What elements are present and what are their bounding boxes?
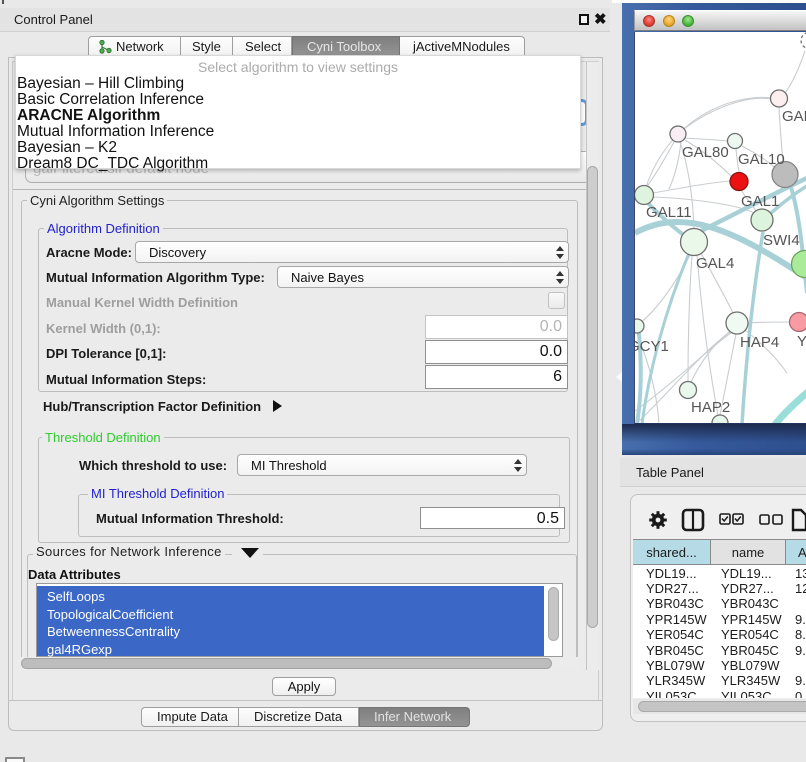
svg-text:GCY1: GCY1 [635,338,669,355]
svg-text:GAL10: GAL10 [738,151,785,168]
svg-text:GAL7: GAL7 [782,108,806,125]
svg-text:YM: YM [797,333,806,350]
svg-text:GAL11: GAL11 [646,204,692,221]
svg-text:GAL80: GAL80 [682,144,729,161]
svg-text:GAL1: GAL1 [741,193,779,210]
svg-text:SWI4: SWI4 [763,232,800,249]
svg-text:HAP2: HAP2 [691,399,730,416]
svg-text:GAL4: GAL4 [696,255,734,272]
svg-text:HAP4: HAP4 [740,334,779,351]
